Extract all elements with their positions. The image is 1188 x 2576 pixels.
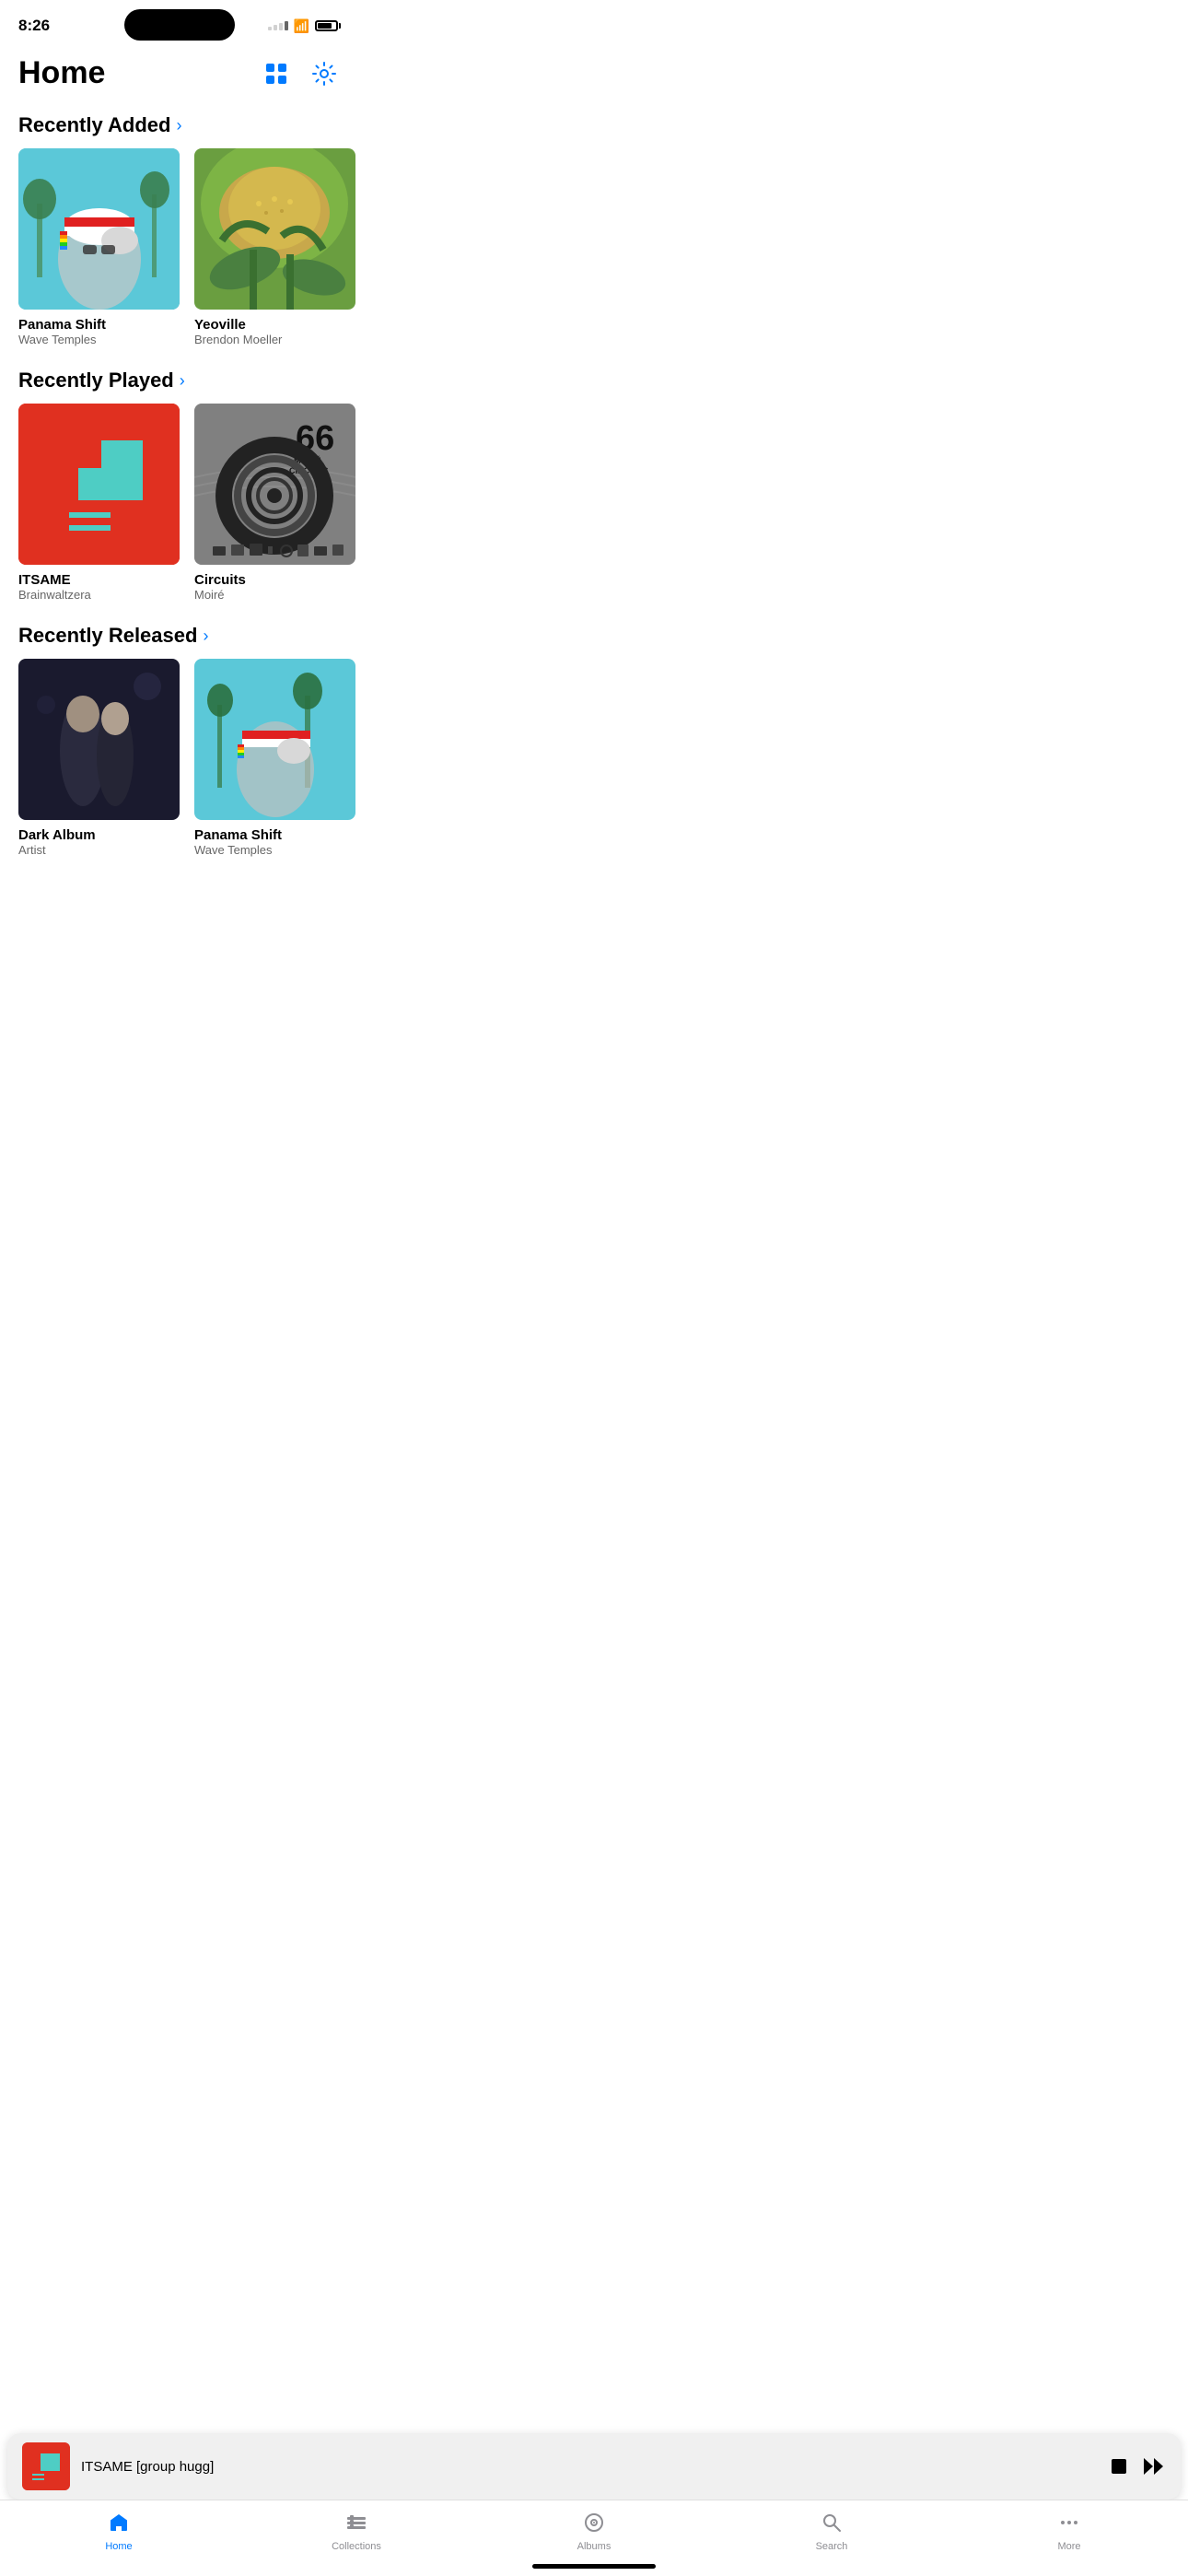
album-card-panama-shift[interactable]: Panama Shift Wave Temples [18, 148, 180, 346]
album-name-itsame: ITSAME [18, 572, 180, 588]
album-card-recently2[interactable]: Panama Shift Wave Temples [194, 659, 355, 857]
home-icon [108, 2512, 130, 2537]
recently-added-arrow: › [176, 116, 181, 135]
album-artist-recently2: Wave Temples [194, 843, 355, 857]
album-name-yeoville: Yeoville [194, 317, 355, 333]
header-icons [260, 57, 341, 90]
now-playing-info: ITSAME [group hugg] [81, 2459, 1098, 2475]
album-art-itsame [18, 404, 180, 565]
now-playing-art [22, 2442, 70, 2490]
album-name-panama-shift: Panama Shift [18, 317, 180, 333]
album-art-recently1 [18, 659, 180, 820]
search-icon [821, 2512, 843, 2537]
status-icons: 📶 [268, 18, 341, 34]
album-artist-recently1: Artist [18, 843, 180, 857]
now-playing-title: ITSAME [group hugg] [81, 2459, 1098, 2475]
album-art-panama-shift [18, 148, 180, 310]
album-card-recently1[interactable]: Dark Album Artist [18, 659, 180, 857]
more-icon [1058, 2512, 1080, 2537]
tab-home[interactable]: Home [0, 2508, 238, 2556]
tab-more-label: More [1057, 2541, 1080, 2552]
gear-icon [311, 61, 337, 87]
tab-more[interactable]: More [950, 2508, 1188, 2556]
album-card-circuits[interactable]: 66 MOIRÉ CIRCUITS [194, 404, 355, 602]
grid-icon-button[interactable] [260, 57, 293, 90]
album-artist-itsame: Brainwaltzera [18, 588, 180, 602]
albums-icon [583, 2512, 605, 2537]
recently-played-arrow: › [180, 371, 185, 391]
page-header: Home [0, 46, 359, 106]
album-artist-panama-shift: Wave Temples [18, 333, 180, 346]
battery-icon [315, 20, 341, 31]
tab-collections[interactable]: Collections [238, 2508, 475, 2556]
home-indicator [532, 2564, 656, 2569]
stop-button[interactable] [1109, 2456, 1129, 2476]
album-artist-yeoville: Brendon Moeller [194, 333, 355, 346]
dynamic-island [124, 9, 235, 41]
scroll-content: Recently Added › [0, 106, 359, 1028]
album-name-circuits: Circuits [194, 572, 355, 588]
album-name-recently2: Panama Shift [194, 827, 355, 843]
recently-added-row: Panama Shift Wave Temples [0, 148, 359, 361]
tab-collections-label: Collections [332, 2541, 381, 2552]
tab-search-label: Search [816, 2541, 848, 2552]
recently-played-row: ITSAME Brainwaltzera 66 MOIRÉ CIRC [0, 404, 359, 616]
album-card-yeoville[interactable]: Yeoville Brendon Moeller [194, 148, 355, 346]
recently-played-title: Recently Played [18, 369, 174, 392]
recently-added-header[interactable]: Recently Added › [0, 106, 359, 148]
tab-search[interactable]: Search [713, 2508, 950, 2556]
album-card-itsame[interactable]: ITSAME Brainwaltzera [18, 404, 180, 602]
album-name-recently1: Dark Album [18, 827, 180, 843]
tab-albums-label: Albums [577, 2541, 611, 2552]
recently-released-title: Recently Released [18, 624, 197, 648]
recently-released-header[interactable]: Recently Released › [0, 616, 359, 659]
tab-home-label: Home [105, 2541, 132, 2552]
recently-released-row: Dark Album Artist [0, 659, 359, 872]
recently-played-header[interactable]: Recently Played › [0, 361, 359, 404]
recently-added-title: Recently Added [18, 113, 170, 137]
collections-icon [345, 2512, 367, 2537]
tab-albums[interactable]: Albums [475, 2508, 713, 2556]
wifi-icon: 📶 [294, 18, 309, 34]
page-title: Home [18, 55, 105, 91]
album-art-recently2 [194, 659, 355, 820]
settings-button[interactable] [308, 57, 341, 90]
grid-icon [263, 61, 289, 87]
now-playing-bar[interactable]: ITSAME [group hugg] [7, 2433, 1181, 2500]
fast-forward-button[interactable] [1142, 2456, 1166, 2476]
album-art-circuits: 66 MOIRÉ CIRCUITS [194, 404, 355, 565]
album-art-yeoville [194, 148, 355, 310]
now-playing-controls [1109, 2456, 1166, 2476]
status-time: 8:26 [18, 17, 50, 35]
signal-icon [268, 21, 288, 30]
album-artist-circuits: Moiré [194, 588, 355, 602]
recently-released-arrow: › [203, 626, 208, 646]
